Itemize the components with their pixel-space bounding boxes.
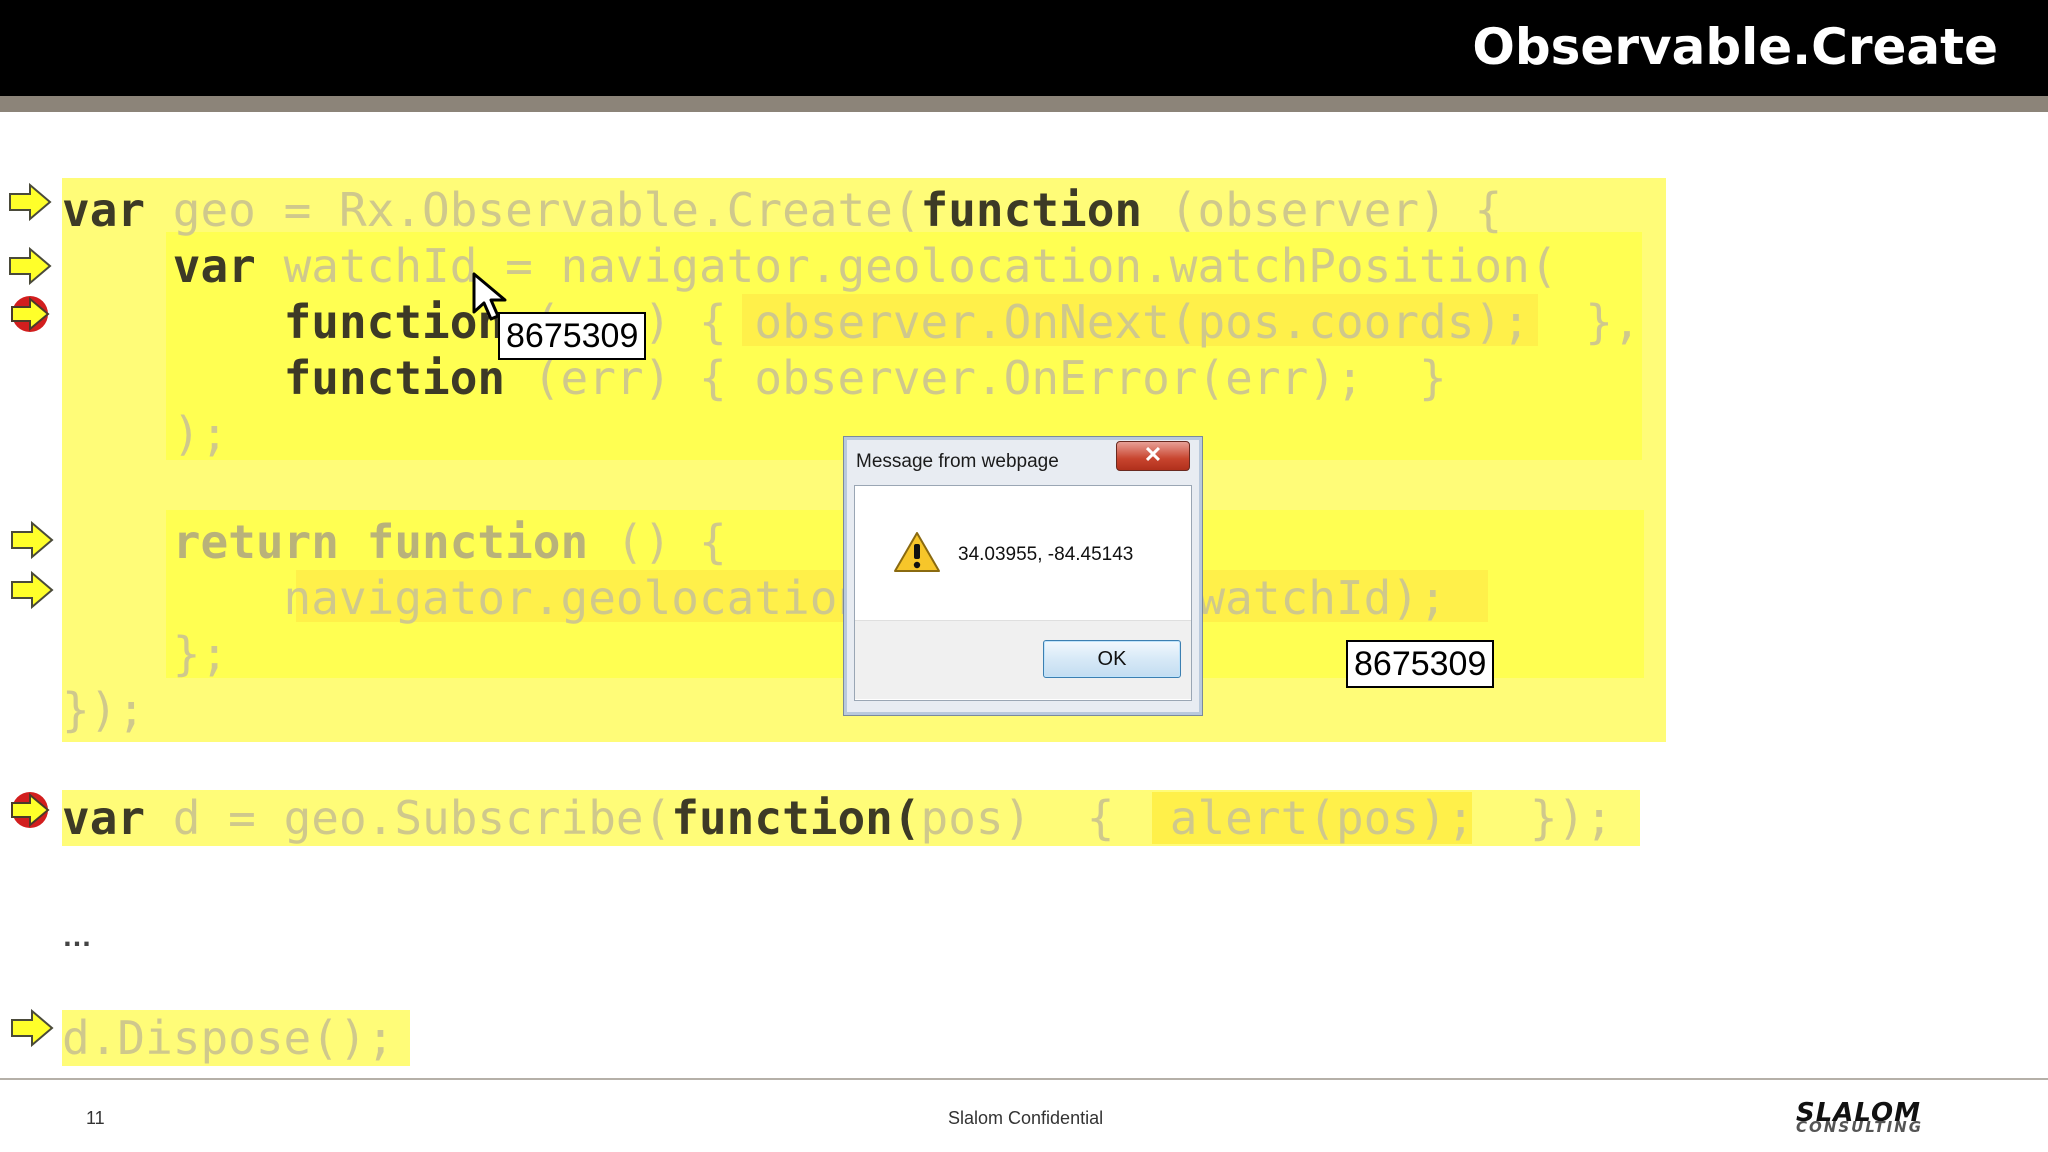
step-arrow-icon: [11, 1008, 54, 1048]
step-arrow-icon: [9, 246, 52, 286]
dialog-message: 34.03955, -84.45143: [958, 544, 1134, 565]
watch-id-callout: 8675309: [1346, 640, 1495, 688]
code-line-8: };: [62, 627, 229, 681]
code-line-10: var d = geo.Subscribe(function(pos) { al…: [62, 791, 1613, 845]
dialog-close-button[interactable]: ✕: [1116, 441, 1190, 471]
step-arrow-icon: [9, 182, 52, 222]
slide-title: Observable.Create: [1472, 18, 1998, 76]
watch-id-callout: 8675309: [498, 312, 647, 360]
alert-dialog: Message from webpage ✕ 34.03955, -84.451…: [843, 436, 1203, 716]
warning-icon: [894, 532, 940, 572]
dialog-title: Message from webpage: [856, 451, 1059, 472]
step-arrow-icon: [11, 520, 54, 560]
active-step-arrow-icon: [11, 296, 50, 332]
company-logo-subtext: CONSULTING: [1796, 1118, 1924, 1136]
code-line-5: );: [62, 407, 229, 461]
code-line-3: function (pos) { observer.OnNext(pos.coo…: [283, 295, 1641, 349]
footer-confidential: Slalom Confidential: [948, 1108, 1104, 1128]
ok-button[interactable]: OK: [1043, 640, 1181, 678]
step-arrow-icon: [11, 570, 54, 610]
page-number: 11: [86, 1108, 105, 1128]
footer-divider: [0, 1078, 2048, 1080]
code-line-11: d.Dispose();: [62, 1011, 395, 1065]
code-ellipsis: …: [62, 920, 92, 953]
slide-title-bar: Observable.Create: [0, 0, 2048, 96]
code-line-6: return function () {: [172, 515, 727, 569]
code-line-2: var watchId = navigator.geolocation.watc…: [172, 239, 1558, 293]
active-step-arrow-icon: [11, 792, 50, 828]
title-divider: [0, 96, 2048, 112]
dialog-body: 34.03955, -84.45143 OK: [854, 485, 1192, 701]
code-line-7: navigator.geolocation.clearWatch(watchId…: [62, 571, 1447, 625]
mouse-cursor-icon: [472, 272, 507, 321]
code-line-9: });: [62, 683, 146, 737]
code-line-1: var geo = Rx.Observable.Create(function …: [62, 183, 1503, 237]
code-line-4: function (err) { observer.OnError(err); …: [283, 351, 1447, 405]
